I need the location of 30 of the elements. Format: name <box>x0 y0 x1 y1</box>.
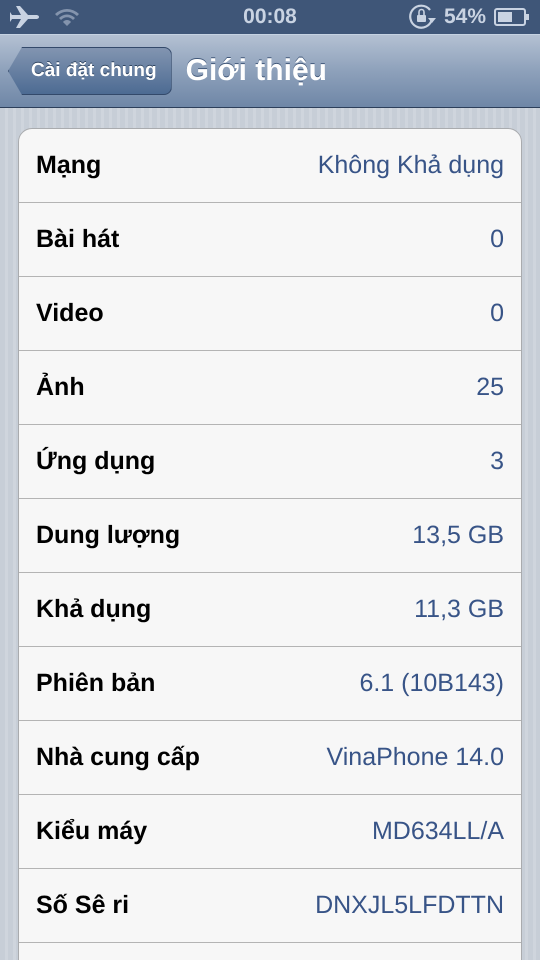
row-value: 3 <box>490 447 504 476</box>
back-button[interactable]: Cài đặt chung <box>8 47 172 95</box>
row-value: 6.1 (10B143) <box>359 669 504 698</box>
row-value: 11,3 GB <box>414 595 504 624</box>
row-label: Số Sê ri <box>36 891 130 920</box>
row-label: Nhà cung cấp <box>36 743 200 772</box>
row-value: MD634LL/A <box>372 817 504 846</box>
row-label: Ứng dụng <box>36 447 156 476</box>
row-value: DNXJL5LFDTTN <box>315 891 504 920</box>
wifi-icon <box>54 7 80 27</box>
row-value: Không Khả dụng <box>318 151 504 180</box>
row-label: Bài hát <box>36 225 120 254</box>
battery-icon <box>494 8 530 26</box>
row-value: 25 <box>476 373 504 402</box>
row-value: 0 <box>490 299 504 328</box>
page-title: Giới thiệu <box>186 54 327 88</box>
row-value: 0 <box>490 225 504 254</box>
status-time: 00:08 <box>243 5 297 29</box>
row-value: VinaPhone 14.0 <box>326 743 504 772</box>
row-label: Ảnh <box>36 373 85 402</box>
battery-percent: 54% <box>444 5 486 29</box>
row-label: Mạng <box>36 151 102 180</box>
row-label: Video <box>36 299 104 328</box>
row-label: Kiểu máy <box>36 817 148 846</box>
row-value: 13,5 GB <box>412 521 504 550</box>
row-label: Phiên bản <box>36 669 156 698</box>
row-label: Dung lượng <box>36 521 180 550</box>
airplane-icon <box>10 5 40 29</box>
row-label: Khả dụng <box>36 595 152 624</box>
rotation-lock-icon <box>408 4 436 30</box>
